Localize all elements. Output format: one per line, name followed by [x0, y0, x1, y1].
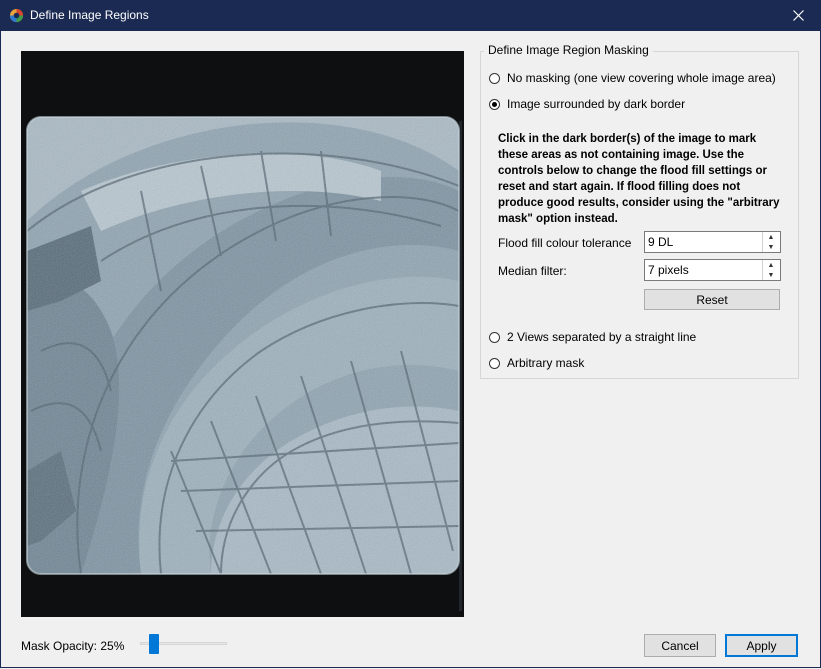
photo-image: [21, 51, 464, 617]
close-icon: [792, 10, 804, 21]
median-spinbox[interactable]: 7 pixels ▲ ▼: [644, 259, 781, 281]
mask-opacity-label: Mask Opacity: 25%: [21, 639, 125, 653]
title-bar: Define Image Regions: [0, 0, 821, 31]
radio-two-views[interactable]: 2 Views separated by a straight line: [489, 330, 696, 344]
radio-two-views-circle[interactable]: [489, 331, 500, 343]
median-label: Median filter:: [498, 264, 567, 278]
radio-arbitrary-mask-label: Arbitrary mask: [507, 356, 585, 370]
tolerance-label: Flood fill colour tolerance: [498, 236, 632, 250]
mask-opacity-slider-thumb[interactable]: [149, 634, 159, 654]
median-value[interactable]: 7 pixels: [648, 263, 689, 277]
instructions-text: Click in the dark border(s) of the image…: [498, 133, 780, 225]
spin-down-icon[interactable]: ▼: [763, 270, 779, 280]
spin-up-icon[interactable]: ▲: [763, 260, 779, 270]
masking-group-title: Define Image Region Masking: [484, 43, 653, 57]
window-title: Define Image Regions: [30, 8, 149, 22]
spin-down-icon[interactable]: ▼: [763, 242, 779, 252]
cancel-button[interactable]: Cancel: [644, 634, 716, 657]
tolerance-spinbox[interactable]: 9 DL ▲ ▼: [644, 231, 781, 253]
radio-no-masking-label: No masking (one view covering whole imag…: [507, 71, 776, 85]
tolerance-value[interactable]: 9 DL: [648, 235, 673, 249]
close-button[interactable]: [775, 0, 821, 31]
radio-no-masking[interactable]: No masking (one view covering whole imag…: [489, 71, 776, 85]
image-preview[interactable]: [21, 51, 464, 617]
spin-up-icon[interactable]: ▲: [763, 232, 779, 242]
radio-no-masking-circle[interactable]: [489, 72, 500, 84]
app-icon: [9, 8, 24, 23]
apply-button[interactable]: Apply: [725, 634, 798, 657]
radio-arbitrary-mask-circle[interactable]: [489, 357, 500, 369]
tolerance-arrows: ▲ ▼: [762, 232, 780, 252]
radio-dark-border[interactable]: Image surrounded by dark border: [489, 97, 685, 111]
reset-button[interactable]: Reset: [644, 289, 780, 310]
median-arrows: ▲ ▼: [762, 260, 780, 280]
radio-arbitrary-mask[interactable]: Arbitrary mask: [489, 356, 584, 370]
radio-two-views-label: 2 Views separated by a straight line: [507, 330, 697, 344]
radio-dark-border-circle[interactable]: [489, 98, 500, 110]
radio-dark-border-label: Image surrounded by dark border: [507, 97, 686, 111]
